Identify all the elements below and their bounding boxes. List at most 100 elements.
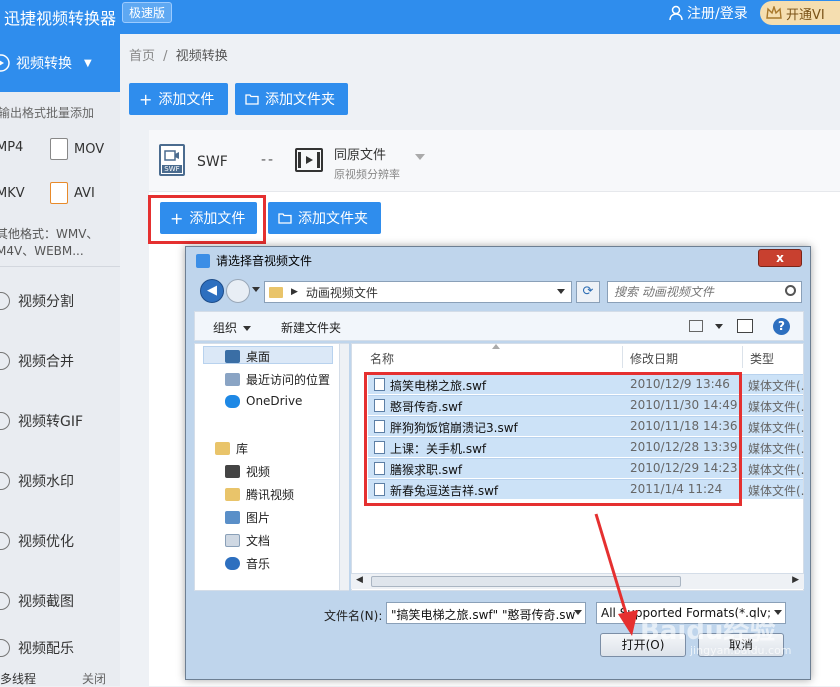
swf-file-icon: SWF (159, 144, 185, 176)
optimize-icon (0, 532, 10, 550)
nav-item-tencent-video[interactable]: 腾讯视频 (225, 486, 294, 503)
folder-icon (278, 213, 292, 224)
format-mkv[interactable]: MKV (0, 186, 25, 201)
column-header-date[interactable]: 修改日期 (630, 350, 678, 367)
navigation-pane: 桌面 最近访问的位置 OneDrive 库 视频 腾讯视频 图片 文档 音乐 (194, 343, 349, 591)
format-mp4[interactable]: MP4 (0, 140, 23, 155)
vip-button[interactable]: 开通VI (760, 1, 840, 25)
view-options-icon[interactable] (689, 320, 703, 332)
nav-item-videos[interactable]: 视频 (225, 463, 270, 480)
sidebar-item-label: 视频配乐 (18, 641, 74, 657)
column-header-type[interactable]: 类型 (750, 350, 774, 367)
horizontal-scrollbar[interactable]: ◀ ▶ (351, 573, 804, 589)
back-button[interactable]: ◀ (200, 279, 224, 303)
nav-scrollbar[interactable] (339, 344, 349, 590)
nav-item-label: OneDrive (246, 394, 303, 408)
folder-icon (269, 286, 283, 298)
breadcrumb-sep: / (163, 49, 168, 64)
crown-icon (766, 6, 782, 19)
sidebar-divider (0, 266, 120, 267)
other-formats[interactable]: 其他格式：WMV、 M4V、WEBM... (0, 226, 98, 260)
search-input[interactable] (608, 282, 778, 302)
format-avi[interactable]: AVI (50, 182, 95, 204)
highlight-selected-files (364, 372, 742, 506)
thread-setting: 多线程 关闭 (0, 670, 150, 686)
add-file-button-top[interactable]: + 添加文件 (129, 83, 228, 115)
library-icon (215, 442, 230, 455)
sidebar-item-label: 视频截图 (18, 594, 74, 610)
music-icon (225, 557, 240, 570)
column-divider (742, 346, 743, 368)
login-link[interactable]: 注册/登录 (668, 3, 748, 23)
recent-places-icon (225, 373, 240, 386)
nav-item-label: 腾讯视频 (246, 488, 295, 502)
desktop-icon (225, 350, 240, 363)
new-folder-button[interactable]: 新建文件夹 (281, 319, 341, 336)
close-button[interactable]: x (758, 249, 802, 267)
nav-item-documents[interactable]: 文档 (225, 532, 270, 549)
convert-icon (0, 54, 10, 72)
search-field[interactable] (607, 281, 802, 303)
nav-item-music[interactable]: 音乐 (225, 555, 270, 572)
output-format-name[interactable]: 同原文件 (334, 144, 386, 163)
highlight-add-file (148, 195, 266, 244)
nav-item-onedrive[interactable]: OneDrive (225, 394, 302, 408)
scroll-right-icon[interactable]: ▶ (792, 575, 799, 585)
sidebar: 视频转换 ▼ 输出格式批量添加 MP4 MOV MKV AVI 其他格式：WMV… (0, 34, 120, 686)
organize-menu[interactable]: 组织 (213, 319, 252, 336)
file-type: 媒体文件(. (748, 463, 805, 477)
nav-item-label: 最近访问的位置 (246, 373, 331, 387)
documents-icon (225, 534, 240, 547)
history-dropdown-icon[interactable] (252, 287, 260, 292)
sidebar-item-screenshot[interactable]: 视频截图 (0, 581, 120, 621)
other-formats-line1: 其他格式：WMV、 (0, 227, 99, 241)
split-icon (0, 292, 10, 310)
app-header: 迅捷视频转换器 极速版 注册/登录 开通VI (0, 0, 840, 34)
file-type: 媒体文件(. (748, 400, 805, 414)
file-type: 媒体文件(. (748, 379, 805, 393)
add-folder-button[interactable]: 添加文件夹 (268, 202, 381, 234)
sidebar-item-label: 视频优化 (18, 534, 74, 550)
nav-item-library[interactable]: 库 (215, 440, 248, 457)
sidebar-item-watermark[interactable]: 视频水印 (0, 461, 120, 501)
nav-item-label: 视频 (246, 465, 271, 479)
nav-item-label: 音乐 (246, 557, 271, 571)
thread-label: 多线程 (0, 672, 37, 686)
format-mp4-label: MP4 (0, 140, 24, 155)
app-title: 迅捷视频转换器 (4, 9, 117, 28)
onedrive-icon (225, 394, 240, 408)
nav-item-pictures[interactable]: 图片 (225, 509, 270, 526)
sidebar-item-label: 视频合并 (18, 354, 74, 370)
pictures-icon (225, 511, 240, 524)
nav-item-desktop[interactable]: 桌面 (225, 348, 270, 365)
view-dropdown-icon[interactable] (715, 324, 723, 329)
format-mov[interactable]: MOV (50, 138, 104, 160)
other-formats-line2: M4V、WEBM... (0, 244, 84, 258)
sidebar-item-merge[interactable]: 视频合并 (0, 341, 120, 381)
filename-input[interactable]: "搞笑电梯之旅.swf" "憨哥传奇.sw (386, 602, 586, 624)
filename-dropdown-icon[interactable] (574, 610, 582, 615)
nav-item-label: 桌面 (246, 350, 271, 364)
help-icon[interactable]: ? (773, 318, 790, 335)
sidebar-item-split[interactable]: 视频分割 (0, 281, 120, 321)
address-bar-row: ◀ ▶ 动画视频文件 ⟳ (194, 277, 804, 305)
thread-value[interactable]: 关闭 (82, 670, 106, 686)
baidu-watermark: Baidu经验 (640, 616, 776, 646)
output-dropdown-caret-icon[interactable] (415, 154, 425, 160)
gif-icon (0, 412, 10, 430)
preview-pane-icon[interactable] (737, 319, 753, 333)
forward-button[interactable] (226, 279, 250, 303)
sidebar-item-music[interactable]: 视频配乐 (0, 638, 120, 658)
add-folder-button-top[interactable]: 添加文件夹 (235, 83, 348, 115)
breadcrumb-home[interactable]: 首页 (129, 49, 155, 64)
sidebar-item-label: 视频转GIF (18, 414, 84, 430)
refresh-button[interactable]: ⟳ (576, 281, 600, 303)
sidebar-item-gif[interactable]: 视频转GIF (0, 401, 120, 441)
sidebar-item-video-convert[interactable]: 视频转换 ▼ (0, 34, 120, 92)
nav-item-recent[interactable]: 最近访问的位置 (225, 371, 330, 388)
address-dropdown-icon[interactable] (557, 289, 565, 294)
column-header-name[interactable]: 名称 (370, 350, 394, 367)
scroll-left-icon[interactable]: ◀ (356, 575, 363, 585)
address-field[interactable]: ▶ 动画视频文件 (264, 281, 572, 303)
sidebar-item-optimize[interactable]: 视频优化 (0, 521, 120, 561)
